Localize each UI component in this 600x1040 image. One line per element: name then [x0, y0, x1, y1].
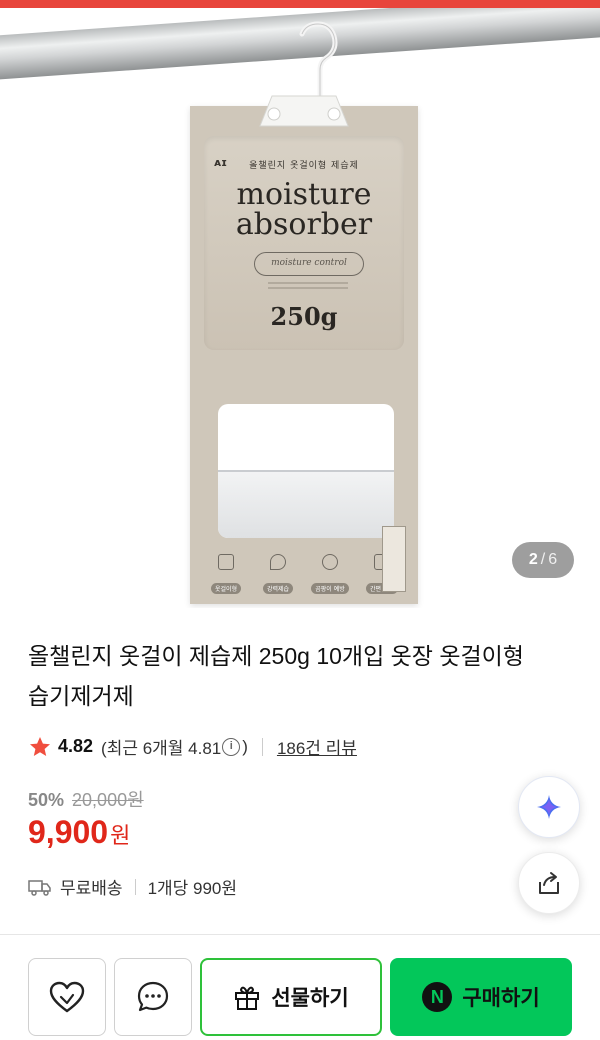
product-image[interactable]: ᴀɪ 올챌린지 옷걸이형 제습제 moisture absorber moist…	[0, 8, 600, 608]
product-title: 올챌린지 옷걸이 제습제 250g 10개입 옷장 옷걸이형 습기제거제	[28, 643, 524, 709]
top-accent-bar	[0, 0, 600, 8]
bag-feature: 강력제습	[256, 554, 300, 595]
bag-pill-label: moisture control	[254, 252, 364, 276]
bag-korean-title: 올챌린지 옷걸이형 제습제	[249, 161, 359, 171]
moisture-absorber-bag: ᴀɪ 올챌린지 옷걸이형 제습제 moisture absorber moist…	[190, 95, 418, 604]
gift-button-label: 선물하기	[271, 987, 349, 1010]
image-page-counter: 2 / 6	[512, 542, 574, 578]
sale-price-row: 9,900 원	[28, 814, 130, 851]
truck-icon	[28, 879, 51, 896]
unit-price-label: 1개당 990원	[147, 879, 238, 898]
info-icon[interactable]: i	[222, 737, 241, 756]
sparkle-icon	[322, 554, 338, 570]
bag-feature-label: 곰팡이 예방	[311, 583, 349, 594]
buy-button-label: 구매하기	[462, 987, 540, 1010]
heart-icon	[49, 981, 85, 1013]
bag-feature-icons: 옷걸이형 강력제습 곰팡이 예방 간편 폐기	[204, 554, 404, 595]
buy-button[interactable]: N 구매하기	[390, 958, 572, 1036]
bottom-separator	[0, 934, 600, 935]
free-shipping-label: 무료배송	[60, 879, 123, 898]
recent-rating-close: )	[242, 736, 248, 756]
bag-hanger-clip	[259, 95, 349, 127]
rating-score: 4.82	[58, 736, 94, 756]
review-count-link[interactable]: 186건 리뷰	[277, 734, 357, 759]
bag-feature-label: 강력제습	[262, 583, 294, 594]
bag-title: moisture absorber	[190, 180, 418, 240]
bag-title-line1: moisture	[236, 177, 372, 212]
share-button[interactable]	[518, 852, 580, 914]
recent-rating: (최근 6개월 4.81	[101, 739, 222, 758]
hanger-hook	[299, 21, 338, 98]
rating-row: 4.82 (최근 6개월 4.81 i ) 186건 리뷰	[28, 734, 357, 759]
share-icon	[539, 872, 559, 894]
bag-feature: 곰팡이 예방	[308, 554, 352, 595]
shipping-row: 무료배송 1개당 990원	[28, 874, 237, 899]
original-price: 20,000원	[72, 790, 144, 810]
bag-title-line2: absorber	[235, 207, 373, 242]
ai-assistant-button[interactable]	[518, 776, 580, 838]
page-counter-separator: /	[540, 551, 546, 568]
bag-weight: 250g	[270, 302, 338, 331]
bag-fine-print	[268, 282, 348, 284]
drop-icon	[270, 554, 286, 570]
bag-water	[218, 470, 394, 538]
star-icon	[30, 736, 50, 756]
hanger-icon	[218, 554, 234, 570]
page-counter-total: 6	[548, 551, 558, 568]
bag-sticker	[382, 526, 406, 592]
page-counter-current: 2	[528, 551, 538, 568]
sale-price: 9,900	[28, 814, 109, 850]
discount-rate: 50%	[28, 790, 65, 810]
sale-price-unit: 원	[110, 823, 131, 848]
wishlist-button[interactable]	[28, 958, 106, 1036]
bag-window	[218, 404, 394, 538]
divider	[261, 737, 263, 756]
gift-button[interactable]: 선물하기	[200, 958, 382, 1036]
bag-feature-label: 옷걸이형	[210, 583, 242, 594]
ai-sparkle-icon	[537, 795, 561, 819]
bag-feature: 옷걸이형	[204, 554, 248, 595]
divider	[134, 878, 136, 895]
original-price-row: 50% 20,000원	[28, 786, 144, 812]
gift-icon	[235, 986, 260, 1010]
naver-pay-icon: N	[422, 982, 453, 1012]
talktalk-button[interactable]	[114, 958, 192, 1036]
chat-icon	[137, 981, 169, 1012]
